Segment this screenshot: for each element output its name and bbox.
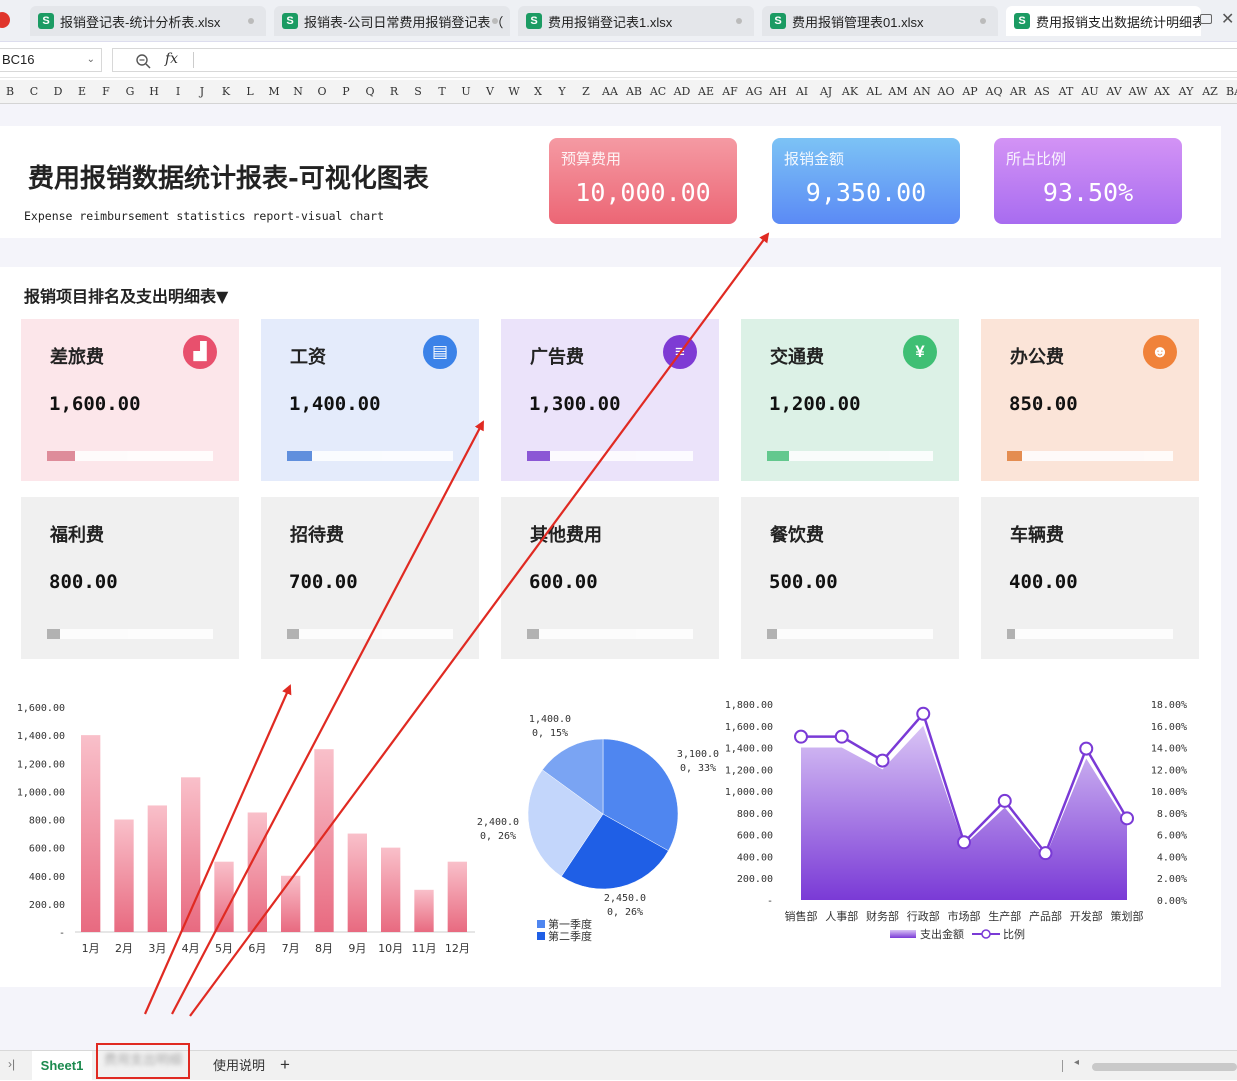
formula-input[interactable]: fx — [112, 48, 1237, 72]
column-header-cell[interactable]: W — [502, 85, 526, 98]
document-tab[interactable]: S 费用报销支出数据统计明细表 — [1006, 6, 1201, 36]
column-header-cell[interactable]: AJ — [814, 85, 838, 98]
sheet-tab-label: Sheet1 — [40, 1058, 84, 1073]
column-header-cell[interactable]: F — [94, 85, 118, 98]
column-header-cell[interactable]: AK — [838, 85, 862, 98]
column-header-cell[interactable]: AF — [718, 85, 742, 98]
column-header-cell[interactable]: AB — [622, 85, 646, 98]
column-header-cell[interactable]: V — [478, 85, 502, 98]
column-header-cell[interactable]: U — [454, 85, 478, 98]
unsaved-dot-icon — [248, 18, 254, 24]
name-box[interactable]: BC16 ⌄ — [0, 48, 102, 72]
column-header-cell[interactable]: AV — [1102, 85, 1126, 98]
document-tab[interactable]: S 报销登记表-统计分析表.xlsx — [30, 6, 266, 36]
formula-bar: BC16 ⌄ fx — [0, 42, 1237, 78]
column-header-cell[interactable]: AC — [646, 85, 670, 98]
column-header-cell[interactable]: AW — [1126, 85, 1150, 98]
column-header-cell[interactable]: M — [262, 85, 286, 98]
fx-icon[interactable]: fx — [165, 51, 178, 67]
tab-label: 报销表-公司日常费用报销登记表（ — [304, 14, 504, 30]
unsaved-dot-icon — [980, 18, 986, 24]
column-header-cell[interactable]: C — [22, 85, 46, 98]
tab-label: 费用报销登记表1.xlsx — [548, 14, 673, 30]
column-header-cell[interactable]: AE — [694, 85, 718, 98]
column-header-cell[interactable]: AP — [958, 85, 982, 98]
divider — [193, 52, 194, 68]
document-tab[interactable]: S 费用报销登记表1.xlsx — [518, 6, 754, 36]
restore-window-icon[interactable] — [1200, 14, 1212, 24]
add-sheet-button[interactable]: + — [280, 1055, 290, 1075]
sheet-canvas[interactable]: 费用报销数据统计报表-可视化图表 Expense reimbursement s… — [0, 104, 1237, 1050]
column-header-cell[interactable]: L — [238, 85, 262, 98]
column-header-cell[interactable]: H — [142, 85, 166, 98]
column-header-cell[interactable]: AO — [934, 85, 958, 98]
column-header-cell[interactable]: Z — [574, 85, 598, 98]
column-header-cell[interactable]: AY — [1174, 85, 1198, 98]
sheet-tab-hidden[interactable]: 费用支出明细表 — [96, 1043, 190, 1079]
unsaved-dot-icon — [492, 18, 498, 24]
column-header-cell[interactable]: S — [406, 85, 430, 98]
chevron-down-icon[interactable]: ⌄ — [87, 49, 95, 71]
column-header-cell[interactable]: R — [382, 85, 406, 98]
spreadsheet-icon: S — [770, 13, 786, 29]
sheet-tab-label-blurred: 费用支出明细表 — [103, 1052, 182, 1067]
column-header-cell[interactable]: AD — [670, 85, 694, 98]
spreadsheet-icon: S — [282, 13, 298, 29]
column-header-cell[interactable]: AH — [766, 85, 790, 98]
column-header-cell[interactable]: AR — [1006, 85, 1030, 98]
name-box-value: BC16 — [2, 52, 35, 67]
close-icon[interactable]: ✕ — [1221, 9, 1234, 29]
column-header-cell[interactable]: O — [310, 85, 334, 98]
sheet-tab-help[interactable]: 使用说明 — [204, 1051, 274, 1081]
column-header-cell[interactable]: D — [46, 85, 70, 98]
column-header-cell[interactable]: P — [334, 85, 358, 98]
column-header-cell[interactable]: AT — [1054, 85, 1078, 98]
spreadsheet-icon: S — [1014, 13, 1030, 29]
column-header-cell[interactable]: G — [118, 85, 142, 98]
column-header-cell[interactable]: B — [0, 85, 22, 98]
app-logo-icon — [0, 12, 10, 28]
sheet-tab-bar: ›| Sheet1 费用支出明细表 使用说明 + ◂ — [0, 1043, 1237, 1081]
column-header-cell[interactable]: AZ — [1198, 85, 1222, 98]
column-header-cell[interactable]: X — [526, 85, 550, 98]
column-header-cell[interactable]: N — [286, 85, 310, 98]
unsaved-dot-icon — [736, 18, 742, 24]
column-header-cell[interactable]: BA — [1222, 85, 1237, 98]
sheet-tab-sheet1[interactable]: Sheet1 — [32, 1051, 92, 1081]
column-header-cell[interactable]: AS — [1030, 85, 1054, 98]
column-header-cell[interactable]: K — [214, 85, 238, 98]
document-tab-bar: S 报销登记表-统计分析表.xlsx S 报销表-公司日常费用报销登记表（ S 费用报销登… — [0, 0, 1237, 42]
horizontal-scrollbar[interactable] — [1092, 1063, 1237, 1071]
column-header-cell[interactable]: AL — [862, 85, 886, 98]
column-header-cell[interactable]: E — [70, 85, 94, 98]
column-header-cell[interactable]: AQ — [982, 85, 1006, 98]
zoom-icon[interactable] — [135, 53, 151, 69]
spreadsheet-icon: S — [526, 13, 542, 29]
annotation-arrows — [143, 232, 770, 1017]
document-tab[interactable]: S 报销表-公司日常费用报销登记表（ — [274, 6, 510, 36]
document-tab[interactable]: S 费用报销管理表01.xlsx — [762, 6, 998, 36]
column-header-cell[interactable]: AX — [1150, 85, 1174, 98]
column-header-cell[interactable]: AU — [1078, 85, 1102, 98]
column-header-cell[interactable]: AN — [910, 85, 934, 98]
spreadsheet-icon: S — [38, 13, 54, 29]
column-header-cell[interactable]: AA — [598, 85, 622, 98]
column-header-cell[interactable]: T — [430, 85, 454, 98]
scroll-left-icon[interactable]: ◂ — [1074, 1057, 1079, 1068]
column-header-cell[interactable]: AI — [790, 85, 814, 98]
divider — [1062, 1060, 1063, 1072]
column-header-cell[interactable]: AM — [886, 85, 910, 98]
column-header-cell[interactable]: I — [166, 85, 190, 98]
tab-label: 费用报销管理表01.xlsx — [792, 14, 924, 30]
sheet-tab-label: 使用说明 — [212, 1058, 265, 1073]
tab-label: 报销登记表-统计分析表.xlsx — [60, 14, 221, 30]
column-header-cell[interactable]: Y — [550, 85, 574, 98]
column-header-cell[interactable]: AG — [742, 85, 766, 98]
tab-label: 费用报销支出数据统计明细表 — [1036, 14, 1201, 30]
column-header-cell[interactable]: J — [190, 85, 214, 98]
column-header-cell[interactable]: Q — [358, 85, 382, 98]
column-header-row: B C D E F G H I J K L M N O P Q R S T U V W X Y Z AA AB AC AD AE AF AG A… — [0, 80, 1237, 104]
sheet-nav-icon[interactable]: ›| — [8, 1057, 15, 1071]
